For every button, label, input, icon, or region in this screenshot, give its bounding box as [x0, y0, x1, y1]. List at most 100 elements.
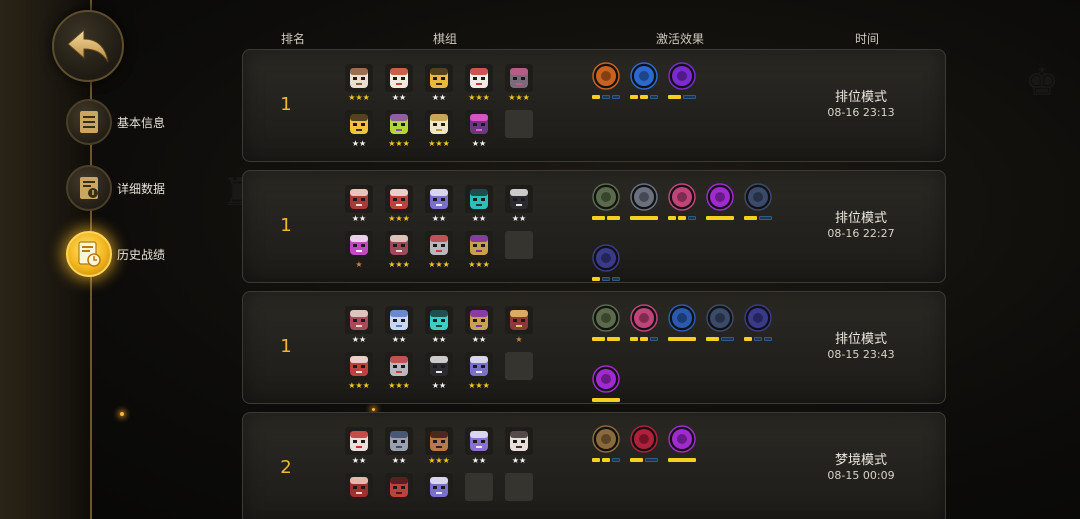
knight-icon[interactable] [668, 183, 696, 211]
chess-piece-icon[interactable] [385, 473, 413, 501]
chess-piece-icon[interactable] [345, 110, 373, 138]
piece-star-rating: ★★ [351, 139, 367, 148]
piece-star-rating: ★★ [511, 456, 527, 465]
demon-icon[interactable] [668, 425, 696, 453]
chess-piece-icon[interactable] [425, 231, 453, 259]
chess-piece-icon[interactable] [385, 231, 413, 259]
nav-detailed-data[interactable]: 详细数据 [66, 165, 165, 211]
chess-piece-icon[interactable] [385, 110, 413, 138]
piece-star-rating: ★★ [351, 456, 367, 465]
swarm-icon[interactable] [744, 183, 772, 211]
chess-piece-icon[interactable] [385, 306, 413, 334]
chess-piece-icon[interactable] [505, 64, 533, 92]
demon-icon[interactable] [592, 365, 620, 393]
piece-star-rating: ★★★ [508, 93, 530, 102]
history-row[interactable]: 2 ★★ ★★ ★★★ ★★ ★★ 梦境模式 08-15 00:09 [242, 412, 946, 519]
demon-icon[interactable] [706, 183, 734, 211]
synergy-level-bar [668, 337, 696, 341]
chess-piece-icon[interactable] [465, 231, 493, 259]
nav-basic-info[interactable]: 基本信息 [66, 99, 165, 145]
chess-piece-icon[interactable] [465, 64, 493, 92]
piece-star-rating: ★ [515, 335, 523, 344]
piece-star-rating: ★★ [431, 93, 447, 102]
game-date: 08-15 23:43 [827, 348, 895, 361]
feather-icon[interactable] [592, 62, 620, 90]
chess-piece-icon[interactable] [465, 306, 493, 334]
chess-piece-icon[interactable] [425, 110, 453, 138]
piece-star-rating: ★★ [471, 214, 487, 223]
crescent-icon[interactable] [668, 62, 696, 90]
chess-piece-icon[interactable] [505, 427, 533, 455]
piece-star-rating: ★★★ [388, 139, 410, 148]
piece-star-rating: ★★★ [468, 93, 490, 102]
chess-piece-icon[interactable] [345, 185, 373, 213]
chess-piece-icon[interactable] [385, 185, 413, 213]
chess-piece-icon[interactable] [385, 352, 413, 380]
dragon-icon[interactable] [668, 304, 696, 332]
synergy-level-bar [668, 216, 696, 220]
goblin-icon[interactable] [592, 304, 620, 332]
empty-piece-slot [505, 352, 533, 380]
chess-piece-icon[interactable] [345, 64, 373, 92]
history-row[interactable]: 1 ★★ ★★ ★★ ★★ ★ ★★★ ★★★ ★★ ★★★ 排位模式 08-15 23:43 [242, 291, 946, 404]
synergy-level-bar [592, 95, 620, 99]
chess-piece-icon[interactable] [425, 185, 453, 213]
chess-piece-icon[interactable] [385, 64, 413, 92]
synergy-level-bar [744, 337, 772, 341]
nav-match-history[interactable]: 历史战绩 [66, 231, 165, 277]
chess-piece-icon[interactable] [345, 473, 373, 501]
chess-piece-icon[interactable] [345, 352, 373, 380]
swarm-icon[interactable] [706, 304, 734, 332]
piece-star-rating: ★★ [351, 214, 367, 223]
chess-piece-icon[interactable] [425, 427, 453, 455]
piece-star-rating: ★★★ [388, 381, 410, 390]
piece-star-rating: ★ [355, 260, 363, 269]
knight-icon[interactable] [630, 304, 658, 332]
chess-piece-icon[interactable] [345, 306, 373, 334]
chess-piece-icon[interactable] [465, 352, 493, 380]
piece-star-rating: ★★ [471, 139, 487, 148]
nav-basic-info-label: 基本信息 [117, 115, 166, 130]
piece-star-rating: ★★★ [348, 93, 370, 102]
blue-feather-icon[interactable] [630, 62, 658, 90]
chess-piece-icon[interactable] [425, 352, 453, 380]
synergy-level-bar [630, 95, 658, 99]
history-row[interactable]: 1 ★★★ ★★ ★★ ★★★ ★★★ ★★ ★★★ ★★★ ★★ 排位模式 08-16 23:13 [242, 49, 946, 162]
shield-arc-icon[interactable] [630, 425, 658, 453]
synergy-level-bar [706, 216, 734, 220]
chess-piece-icon[interactable] [385, 427, 413, 455]
chess-piece-icon[interactable] [465, 110, 493, 138]
synergy-level-bar [592, 458, 620, 462]
piece-star-rating: ★★ [471, 456, 487, 465]
chess-piece-icon[interactable] [505, 306, 533, 334]
synergy-level-bar [744, 216, 772, 220]
chess-piece-icon[interactable] [465, 427, 493, 455]
history-row[interactable]: 1 ★★ ★★★ ★★ ★★ ★★ ★ ★★★ ★★★ ★★★ 排位模式 08-16 22:27 [242, 170, 946, 283]
axe-icon[interactable] [592, 425, 620, 453]
empty-piece-slot [505, 231, 533, 259]
piece-star-rating: ★★★ [428, 139, 450, 148]
chess-piece-icon[interactable] [505, 185, 533, 213]
goblin-icon[interactable] [592, 183, 620, 211]
ember-particle [372, 408, 375, 411]
chess-piece-icon[interactable] [425, 473, 453, 501]
empty-piece-slot [505, 473, 533, 501]
game-date: 08-16 23:13 [827, 106, 895, 119]
machine-icon[interactable] [744, 304, 772, 332]
empty-piece-slot [505, 110, 533, 138]
header-pieces: 棋组 [433, 32, 458, 46]
game-mode: 排位模式 [834, 211, 887, 226]
cross-icon[interactable] [630, 183, 658, 211]
synergy-level-bar [630, 216, 658, 220]
chess-piece-icon[interactable] [425, 64, 453, 92]
chess-piece-icon[interactable] [465, 185, 493, 213]
history-icon [66, 231, 112, 277]
rank-value: 1 [280, 215, 292, 236]
back-button[interactable] [52, 10, 124, 82]
machine-icon[interactable] [592, 244, 620, 272]
chess-piece-icon[interactable] [345, 427, 373, 455]
synergy-level-bar [706, 337, 734, 341]
piece-star-rating: ★★ [431, 214, 447, 223]
chess-piece-icon[interactable] [425, 306, 453, 334]
chess-piece-icon[interactable] [345, 231, 373, 259]
